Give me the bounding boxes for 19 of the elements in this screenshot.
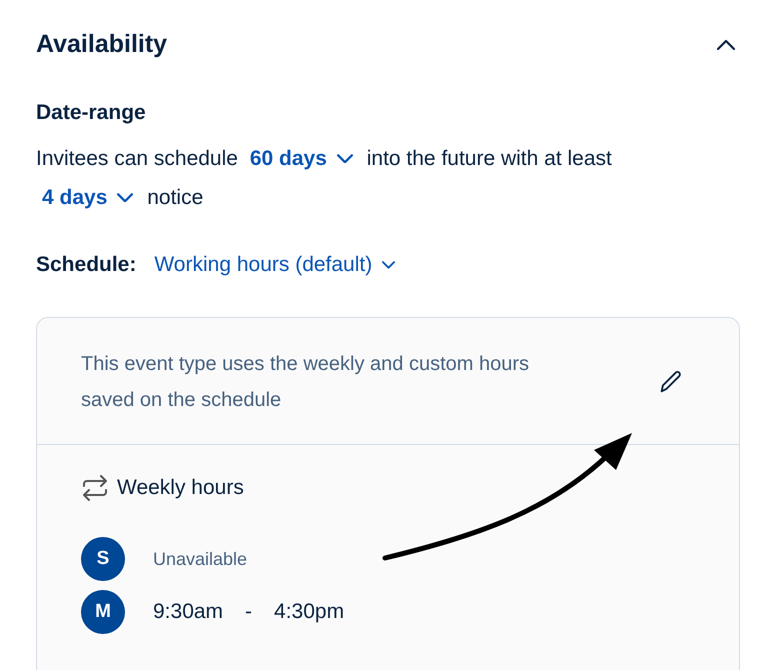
day-badge: M <box>81 590 125 634</box>
days-dropdown[interactable]: 60 days <box>250 139 353 178</box>
repeat-icon <box>81 475 109 501</box>
day-badge: S <box>81 537 125 581</box>
start-time: 9:30am <box>153 600 224 624</box>
date-range-heading: Date-range <box>36 101 147 125</box>
time-separator: - <box>245 600 252 624</box>
caret-icon <box>382 261 396 269</box>
date-range-sentence: Invitees can schedule 60 days into the future with at least 4 days notice <box>36 139 716 217</box>
caret-icon <box>117 192 134 202</box>
schedule-dropdown[interactable]: Working hours (default) <box>154 253 396 277</box>
weekly-hours-title: Weekly hours <box>117 476 244 500</box>
caret-icon <box>336 154 353 164</box>
schedule-note: This event type uses the weekly and custom hours saved on the schedule <box>81 352 530 413</box>
unavailable-label: Unavailable <box>153 548 248 570</box>
schedule-label: Schedule: <box>36 253 136 277</box>
end-time: 4:30pm <box>274 600 344 624</box>
days-dropdown[interactable]: 4 days <box>42 178 134 217</box>
section-title: Availability <box>36 30 168 59</box>
